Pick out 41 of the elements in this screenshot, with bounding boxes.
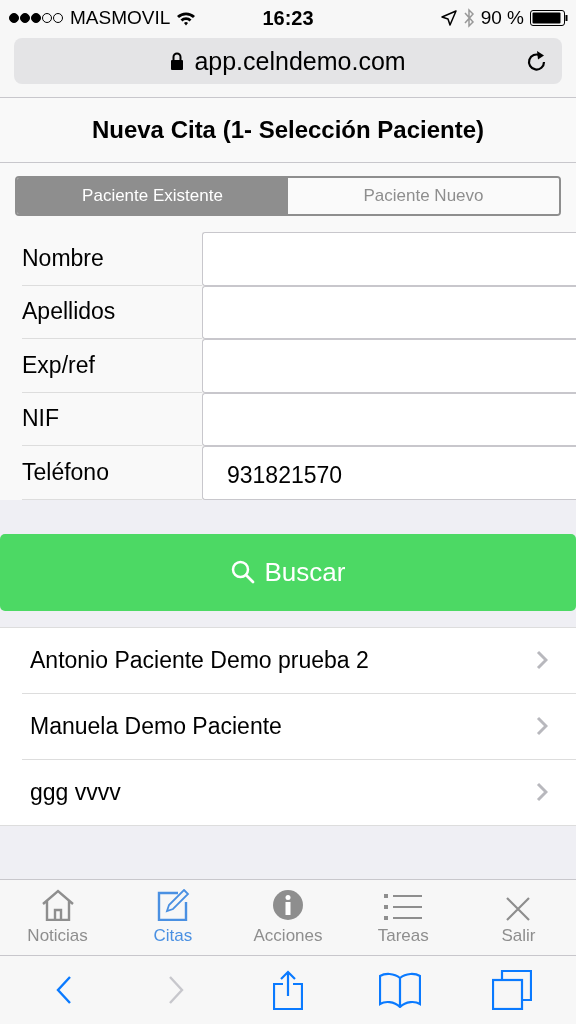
battery-percent: 90 % [480,7,524,29]
bluetooth-icon [462,8,475,28]
info-icon [272,889,304,921]
patient-list-item[interactable]: ggg vvvv [22,759,576,825]
back-icon[interactable] [56,975,72,1005]
signal-icon [8,12,64,24]
tab-bar-item[interactable]: Tareas [345,880,461,955]
tab-bar-item[interactable]: Salir [460,880,576,955]
clock-time: 16:23 [262,6,314,30]
wifi-icon [176,10,197,26]
tab-bar-item[interactable]: Noticias [0,880,116,955]
battery-icon [530,10,568,26]
input-field[interactable] [202,339,576,393]
patient-list-item[interactable]: Antonio Paciente Demo prueba 2 [22,627,576,694]
share-icon[interactable] [273,970,303,1010]
tab-bar-item[interactable]: Citas [115,880,231,955]
patient-list-item[interactable]: Manuela Demo Paciente [22,693,576,760]
close-icon [506,897,531,921]
chevron-right-icon [536,782,548,802]
location-arrow-icon [440,10,457,26]
pencil-square-icon [155,889,190,921]
segment-tab[interactable]: Paciente Existente [17,178,288,214]
house-icon [40,889,75,921]
chevron-right-icon [536,716,548,736]
tab-bar-item[interactable]: Acciones [230,880,346,955]
input-field[interactable] [202,392,576,446]
reload-icon[interactable] [526,49,548,73]
page-title: Nueva Cita (1- Selección Paciente) [90,115,486,145]
input-field[interactable] [202,285,576,339]
lock-icon [170,52,185,70]
search-icon [230,560,255,584]
input-field[interactable]: 931821570 [202,446,576,500]
tabs-icon[interactable] [492,970,532,1010]
input-field[interactable] [202,232,576,286]
book-icon[interactable] [379,972,421,1008]
url-text: app.celndemo.com [194,46,406,76]
chevron-right-icon [536,650,548,670]
list-icon [384,893,423,921]
carrier-name: MASMOVIL [70,7,171,29]
search-button[interactable]: Buscar [0,533,576,611]
address-bar[interactable]: app.celndemo.com [14,38,562,84]
